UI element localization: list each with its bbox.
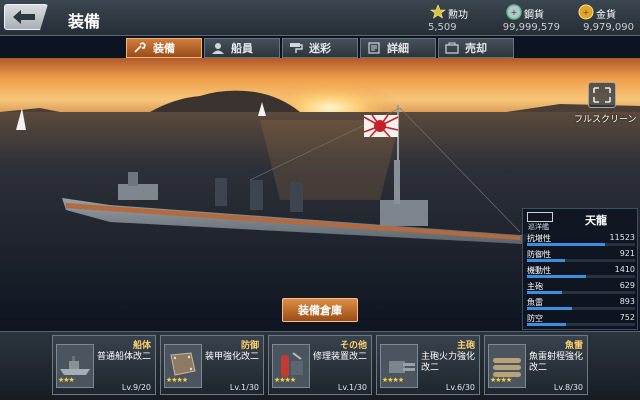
svg-text:+: +: [583, 8, 590, 17]
ship-stats-panel: 巡洋艦 天龍 抗堪性 11523 防御性 921 機動性 1410 主砲 629…: [522, 208, 638, 330]
cruiser-class-icon: [527, 212, 553, 222]
crew-icon: [212, 43, 224, 54]
slot-item-name: 魚雷射程強化改二: [529, 352, 584, 373]
stat-row: 魚雷 893: [525, 297, 637, 312]
merit-label: 勲功: [448, 10, 468, 21]
tab-crew[interactable]: 船員: [204, 38, 280, 58]
currency-gold: + 金貨 9,979,090: [578, 4, 636, 34]
fullscreen-icon: [593, 87, 611, 103]
top-bar: 装備 勲功 5,509 + 鋼貨 99,999,579 + 金貨 9,979,0…: [0, 0, 640, 36]
paint-roller-icon: [290, 43, 303, 53]
slot-hull[interactable]: ★★★ 船体 普通船体改二 Lv.9/20: [52, 335, 156, 395]
stat-bar-fill: [527, 307, 573, 310]
slot-item-name: 普通船体改二: [97, 352, 152, 362]
ship-class: 巡洋艦: [528, 223, 549, 231]
sell-icon: [445, 42, 459, 54]
slot-main-gun[interactable]: ★★★★ 主砲 主砲火力強化改二 Lv.6/30: [376, 335, 480, 395]
tab-equipment[interactable]: 装備: [126, 38, 202, 58]
slot-defense[interactable]: ★★★★ 防御 装甲強化改二 Lv.1/30: [160, 335, 264, 395]
currency-merit: 勲功 5,509: [428, 4, 480, 34]
slot-category: 船体: [132, 341, 151, 351]
stat-bar-fill: [527, 259, 565, 262]
merit-value: 5,509: [428, 22, 457, 33]
slot-level: Lv.1/30: [337, 383, 367, 392]
stat-value: 1410: [614, 265, 635, 274]
steel-value: 99,999,579: [502, 22, 560, 33]
stat-bar-fill: [527, 323, 566, 326]
steel-coin-icon: +: [506, 4, 522, 20]
stat-value: 921: [619, 249, 635, 258]
stat-value: 893: [619, 297, 635, 306]
equipment-screen: 装備 勲功 5,509 + 鋼貨 99,999,579 + 金貨 9,979,0…: [0, 0, 640, 400]
tab-bar: 装備 船員 迷彩 詳細 売却: [126, 38, 514, 58]
slot-item-name: 主砲火力強化改二: [421, 352, 476, 373]
back-button[interactable]: [4, 4, 48, 30]
slot-item-name: 装甲強化改二: [205, 352, 260, 362]
stat-bar: [527, 291, 635, 294]
wrench-icon: [134, 42, 146, 53]
tab-label: 売却: [465, 42, 487, 55]
gold-value: 9,979,090: [583, 22, 634, 33]
slot-level: Lv.9/20: [121, 383, 151, 392]
equipment-warehouse-button[interactable]: 装備倉庫: [282, 298, 358, 322]
slot-stars: ★★★★: [382, 376, 404, 384]
slot-item-name: 修理装置改二: [313, 352, 368, 362]
stat-row: 防御性 921: [525, 249, 637, 264]
stat-value: 629: [619, 281, 635, 290]
page-title: 装備: [68, 12, 101, 31]
slot-stars: ★★★★: [274, 376, 296, 384]
svg-text:+: +: [511, 8, 518, 17]
stat-bar-fill: [527, 243, 605, 246]
stat-bar: [527, 323, 635, 326]
slot-stars: ★★★★: [490, 376, 512, 384]
stat-row: 機動性 1410: [525, 265, 637, 280]
stat-row: 抗堪性 11523: [525, 233, 637, 248]
ship-name: 天龍: [585, 214, 607, 227]
slot-level: Lv.1/30: [229, 383, 259, 392]
stat-bar: [527, 275, 635, 278]
stat-value: 752: [619, 313, 635, 322]
stat-bar: [527, 243, 635, 246]
stat-bar-fill: [527, 291, 562, 294]
tab-camouflage[interactable]: 迷彩: [282, 38, 358, 58]
slot-other[interactable]: ★★★★ その他 修理装置改二 Lv.1/30: [268, 335, 372, 395]
slot-stars: ★★★★: [166, 376, 188, 384]
slot-category: その他: [339, 341, 367, 351]
slot-category: 防御: [240, 341, 259, 351]
tab-label: 装備: [153, 42, 175, 55]
stat-bar: [527, 259, 635, 262]
rising-sun-flag: [363, 114, 399, 138]
stat-row: 防空 752: [525, 313, 637, 328]
back-arrow-icon: [13, 10, 35, 24]
tab-label: 船員: [231, 42, 253, 55]
document-icon: [368, 42, 380, 54]
slot-level: Lv.6/30: [445, 383, 475, 392]
fullscreen-button[interactable]: [588, 82, 616, 108]
fullscreen-label: フルスクリーン: [574, 115, 637, 125]
tab-label: 詳細: [387, 42, 409, 55]
slot-level: Lv.8/30: [553, 383, 583, 392]
currency-steel: + 鋼貨 99,999,579: [503, 4, 562, 34]
stat-bar: [527, 307, 635, 310]
steel-label: 鋼貨: [524, 10, 544, 21]
slot-category: 魚雷: [564, 341, 583, 351]
slot-category: 主砲: [456, 341, 475, 351]
gold-label: 金貨: [596, 10, 616, 21]
tab-label: 迷彩: [309, 42, 331, 55]
stat-bar-fill: [527, 275, 587, 278]
tab-sell[interactable]: 売却: [438, 38, 514, 58]
star-medal-icon: [430, 4, 446, 19]
tab-details[interactable]: 詳細: [360, 38, 436, 58]
slot-stars: ★★★: [58, 376, 75, 384]
slot-torpedo[interactable]: ★★★★ 魚雷 魚雷射程強化改二 Lv.8/30: [484, 335, 588, 395]
stat-value: 11523: [609, 233, 635, 242]
gold-coin-icon: +: [578, 4, 594, 20]
stat-row: 主砲 629: [525, 281, 637, 296]
